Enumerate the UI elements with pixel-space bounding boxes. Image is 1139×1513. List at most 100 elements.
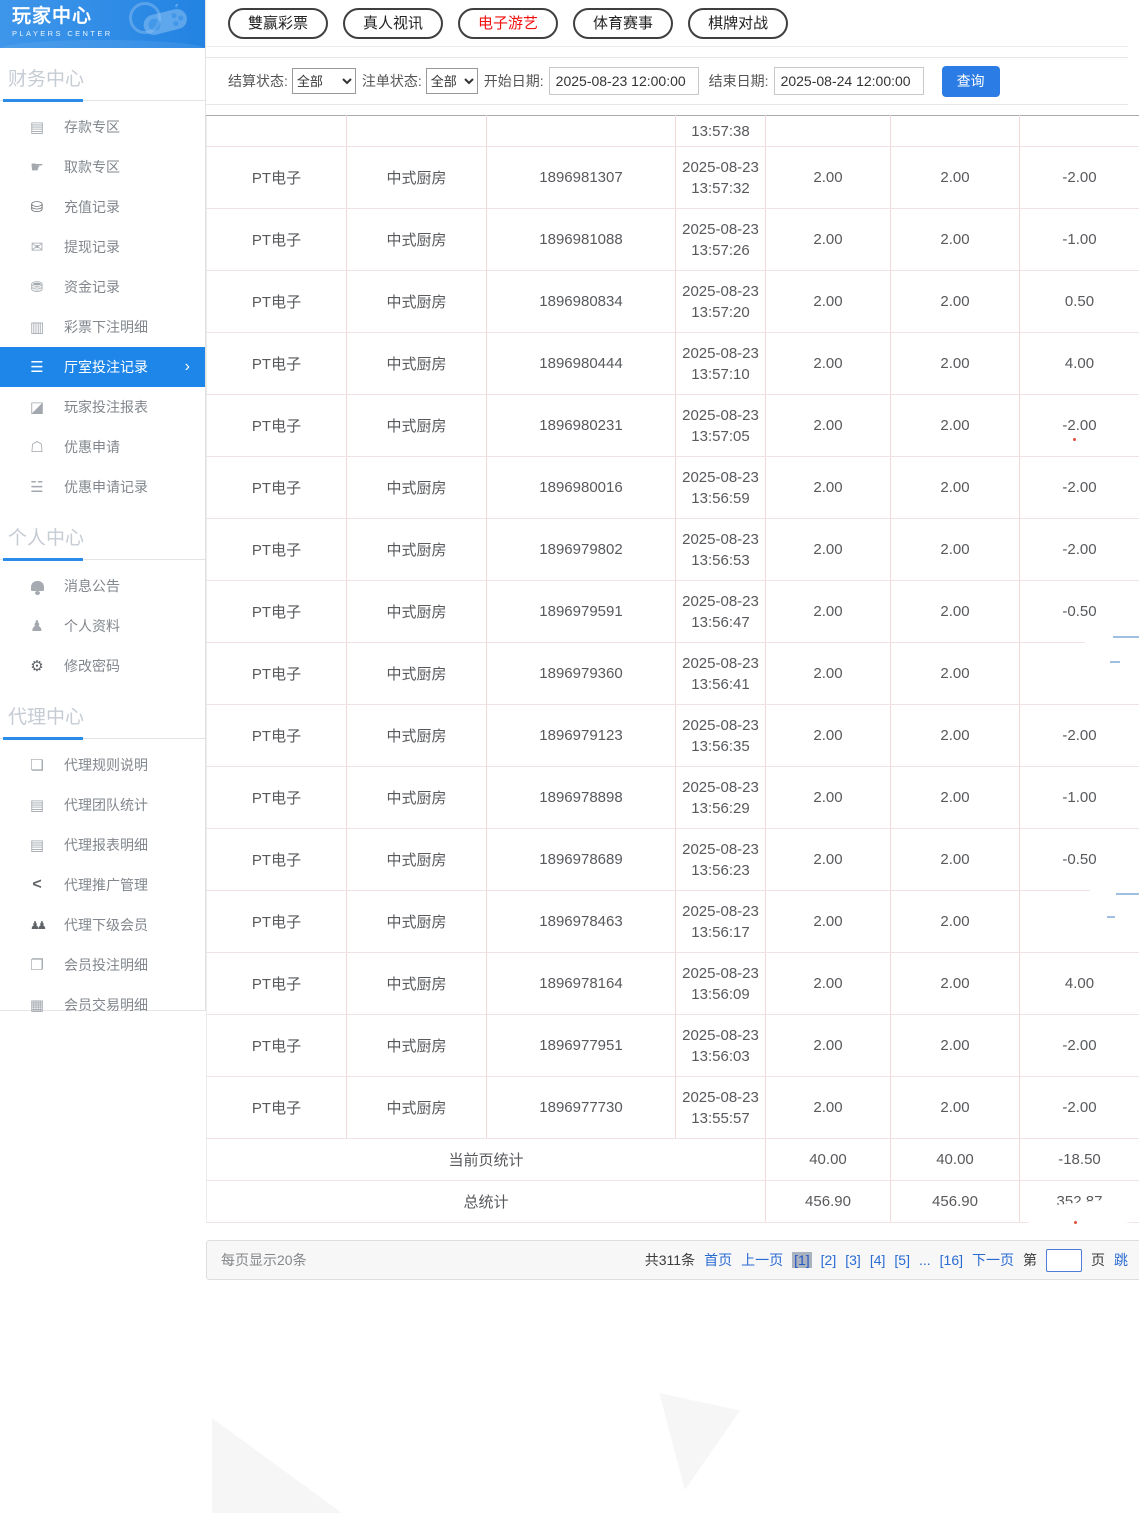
cell-platform: PT电子 [207,891,347,953]
cell-date: 2025-08-23 13:56:23 [676,829,766,891]
cell-valid: 2.00 [891,581,1020,643]
summary-row: 当前页统计40.0040.00-18.50 [207,1139,1139,1181]
sidebar-item-厅室投注记录[interactable]: ☰厅室投注记录› [0,347,205,387]
cell-order: 1896978898 [487,767,676,829]
gamepad-icon [139,4,191,38]
table-row: PT电子中式厨房18969800162025-08-23 13:56:592.0… [207,457,1139,519]
page-link-上一页[interactable]: 上一页 [741,1250,783,1270]
jump-button[interactable]: 跳 [1114,1250,1128,1270]
sidebar-item-label: 会员投注明细 [64,955,148,975]
cell-game: 中式厨房 [347,519,487,581]
tab-真人视讯[interactable]: 真人视讯 [343,8,443,39]
sidebar-item-修改密码[interactable]: ⚙ 修改密码 [0,646,205,686]
cell-game: 中式厨房 [347,953,487,1015]
sidebar-item-label: 存款专区 [64,117,120,137]
page-link-[2][interactable]: [2] [821,1252,837,1268]
wallet-icon: ✉ [27,238,47,256]
cell-bet: 2.00 [766,767,891,829]
start-date-label: 开始日期: [484,71,544,91]
cell-bet: 2.00 [766,581,891,643]
cell-platform: PT电子 [207,147,347,209]
table-row: PT电子中式厨房18969786892025-08-23 13:56:232.0… [207,829,1139,891]
section-title: 代理中心 [0,686,205,739]
sidebar-item-资金记录[interactable]: ⛃ 资金记录 [0,267,205,307]
app-logo: 玩家中心 PLAYERS CENTER [0,0,205,48]
sidebar-item-label: 资金记录 [64,277,120,297]
cell-bet: 2.00 [766,705,891,767]
cell-platform: PT电子 [207,209,347,271]
query-button[interactable]: 查询 [942,66,1000,97]
summary-label: 当前页统计 [207,1139,766,1181]
cell-valid: 2.00 [891,457,1020,519]
cell-platform: PT电子 [207,581,347,643]
cell-payout: -2.00 [1020,705,1139,767]
chart-report-icon: ◪ [27,398,47,416]
cell-bet: 2.00 [766,643,891,705]
sidebar-item-label: 代理推广管理 [64,875,148,895]
cell-payout: -1.00 [1020,209,1139,271]
sidebar-item-代理下级会员[interactable]: ♟♟代理下级会员 [0,905,205,945]
sidebar-item-代理报表明细[interactable]: ▤代理报表明细 [0,825,205,865]
render-artifact-overlay [1090,888,1139,931]
tab-雙赢彩票[interactable]: 雙赢彩票 [228,8,328,39]
sidebar-item-充值记录[interactable]: ⛁充值记录 [0,187,205,227]
tab-体育赛事[interactable]: 体育赛事 [573,8,673,39]
page-link-[4][interactable]: [4] [870,1252,886,1268]
sidebar-item-消息公告[interactable]: 消息公告 [0,566,205,606]
cell-date: 2025-08-23 13:56:53 [676,519,766,581]
page-link-[5][interactable]: [5] [894,1252,910,1268]
sidebar-item-取款专区[interactable]: ☛取款专区 [0,147,205,187]
sidebar-item-优惠申请[interactable]: ☖优惠申请 [0,427,205,467]
sidebar-item-会员交易明细[interactable]: ▦会员交易明细 [0,985,205,1025]
cell-bet: 2.00 [766,395,891,457]
category-tabs: 雙赢彩票真人视讯电子游艺体育赛事棋牌对战 [206,0,1128,47]
sidebar-item-label: 会员交易明细 [64,995,148,1015]
summary-payout: -18.50 [1020,1139,1139,1181]
cell-bet [766,116,891,147]
sidebar-item-label: 代理下级会员 [64,915,148,935]
sidebar-item-代理团队统计[interactable]: ▤代理团队统计 [0,785,205,825]
cell-payout: -2.00 [1020,1077,1139,1139]
page-link-[1][interactable]: [1] [792,1252,812,1268]
sidebar-item-彩票下注明细[interactable]: ▥彩票下注明细 [0,307,205,347]
cell-date: 2025-08-23 13:57:32 [676,147,766,209]
cell-platform: PT电子 [207,767,347,829]
end-date-input[interactable] [774,67,924,95]
table-row: PT电子中式厨房18969784632025-08-23 13:56:172.0… [207,891,1139,953]
team-stats-icon: ▤ [27,796,47,814]
start-date-input[interactable] [549,67,699,95]
cell-payout: 4.00 [1020,953,1139,1015]
sidebar-item-label: 个人资料 [64,616,120,636]
gear-icon: ⚙ [27,657,47,675]
order-status-select[interactable]: 全部 [426,68,478,94]
sidebar-item-代理推广管理[interactable]: < 代理推广管理 [0,865,205,905]
sidebar-item-提现记录[interactable]: ✉提现记录 [0,227,205,267]
page-link-首页[interactable]: 首页 [704,1250,732,1270]
page-link-[16][interactable]: [16] [940,1252,963,1268]
list-records-icon: ☰ [27,358,47,376]
sidebar-item-会员投注明细[interactable]: ❐会员投注明细 [0,945,205,985]
sidebar-item-存款专区[interactable]: ▤存款专区 [0,107,205,147]
sidebar-item-个人资料[interactable]: ♟个人资料 [0,606,205,646]
cell-order: 1896978463 [487,891,676,953]
sidebar-item-label: 修改密码 [64,656,120,676]
tab-棋牌对战[interactable]: 棋牌对战 [688,8,788,39]
settle-status-select[interactable]: 全部 [292,68,356,94]
sidebar-item-代理规则说明[interactable]: ❏代理规则说明 [0,745,205,785]
table-row: PT电子中式厨房18969810882025-08-23 13:57:262.0… [207,209,1139,271]
cell-payout: -2.00 [1020,147,1139,209]
tab-电子游艺[interactable]: 电子游艺 [458,8,558,39]
document-icon: ▥ [27,318,47,336]
sidebar-item-优惠申请记录[interactable]: ☱优惠申请记录 [0,467,205,507]
jump-page-input[interactable] [1046,1249,1082,1272]
main-content: 雙赢彩票真人视讯电子游艺体育赛事棋牌对战 结算状态: 全部 注单状态: 全部 开… [206,0,1139,1280]
cell-bet: 2.00 [766,891,891,953]
purse-icon: ⛃ [27,278,47,296]
sidebar-item-玩家投注报表[interactable]: ◪玩家投注报表 [0,387,205,427]
cell-bet: 2.00 [766,519,891,581]
cell-valid: 2.00 [891,209,1020,271]
page-link-[3][interactable]: [3] [845,1252,861,1268]
cell-order: 1896980834 [487,271,676,333]
page-link-下一页[interactable]: 下一页 [972,1250,1014,1270]
share-icon: < [27,876,47,894]
